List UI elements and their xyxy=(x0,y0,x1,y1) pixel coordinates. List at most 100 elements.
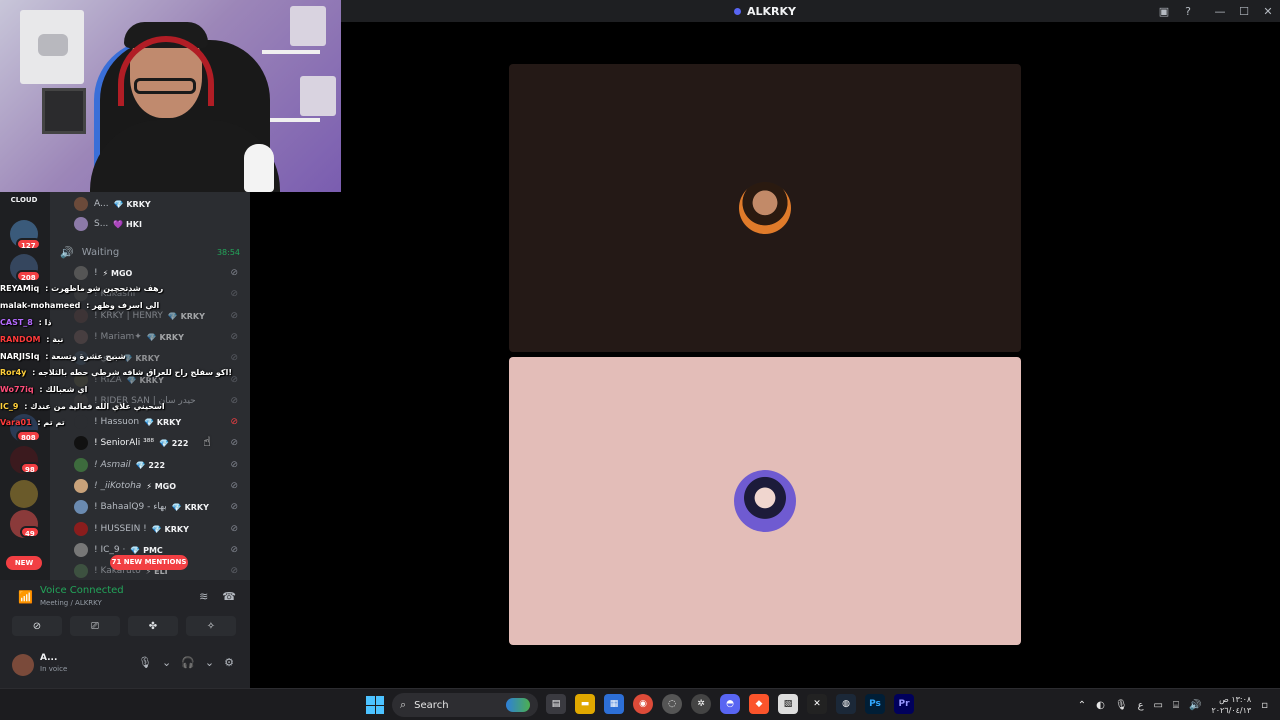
chat-message: RANDOM : نبة xyxy=(0,335,64,344)
user-panel: A... In voice 🎙 ⌄ 🎧 ⌄ ⚙ xyxy=(0,642,250,688)
voice-channel-waiting[interactable]: 🔊 Waiting 38:54 xyxy=(60,244,246,260)
voice-location[interactable]: Meeting / ALKRKY xyxy=(40,599,102,607)
obs-icon[interactable]: ◌ xyxy=(662,694,682,714)
minimize-button[interactable]: — xyxy=(1208,0,1232,22)
voice-member[interactable]: ! ⚡ MGO ⊘ xyxy=(74,263,244,283)
mouse-cursor-icon: ☝ xyxy=(203,435,211,450)
premiere-icon[interactable]: Pr xyxy=(894,694,914,714)
headphones-icon[interactable]: 🎧 xyxy=(181,656,195,669)
chevron-down-icon[interactable]: ⌄ xyxy=(162,656,171,669)
deafened-icon: ⊘ xyxy=(230,396,238,406)
signal-icon[interactable]: 📶 xyxy=(18,590,33,604)
deafened-icon: ⊘ xyxy=(230,524,238,534)
network-icon[interactable]: ⌸ xyxy=(1173,700,1179,711)
soundboard-button[interactable]: ✧ xyxy=(186,616,236,636)
microphone xyxy=(244,144,274,192)
screen-share-button[interactable]: ⎚ xyxy=(70,616,120,636)
voice-status-panel: 📶 Voice Connected Meeting / ALKRKY ≋ ☎ ⊘… xyxy=(0,580,250,642)
voice-dot-icon xyxy=(733,7,741,15)
settings-icon[interactable]: ⚙ xyxy=(224,656,234,669)
brave-icon[interactable]: ◆ xyxy=(749,694,769,714)
window-title: ALKRKY xyxy=(250,5,1280,18)
deafened-icon: ⊘ xyxy=(230,566,238,576)
discord-icon[interactable]: ◓ xyxy=(720,694,740,714)
server-folder-label: CLOUD xyxy=(10,196,38,204)
avatar xyxy=(74,197,88,211)
avatar[interactable] xyxy=(12,654,34,676)
voice-member[interactable]: ! Mariam✦ 💎 KRKY ⊘ xyxy=(74,327,244,347)
unread-badge: 49 xyxy=(20,526,40,538)
inbox-icon[interactable]: ▣ xyxy=(1152,0,1176,22)
microphone-icon[interactable]: 🎙 xyxy=(138,656,152,669)
chat-message: REYAMiq : رهف شدتحچين شو ماظهرت xyxy=(0,284,164,293)
search-icon: ⌕ xyxy=(400,698,407,711)
notification-icon[interactable]: ▫ xyxy=(1261,700,1268,711)
voice-member[interactable]: ! HUSSEIN ! 💎 KRKY ⊘ xyxy=(74,519,244,539)
help-icon[interactable]: ? xyxy=(1176,0,1200,22)
start-button[interactable] xyxy=(366,696,384,714)
deafened-icon: ⊘ xyxy=(230,481,238,491)
voice-member[interactable]: S... 💜 HKI xyxy=(74,214,244,234)
participant-avatar xyxy=(739,182,791,234)
chevron-down-icon[interactable]: ⌄ xyxy=(205,656,214,669)
file-explorer-icon[interactable]: ▬ xyxy=(575,694,595,714)
voice-member[interactable]: ! Hassuon 💎 KRKY ⊘ xyxy=(74,412,244,432)
deafened-icon: ⊘ xyxy=(230,289,238,299)
maximize-button[interactable]: ☐ xyxy=(1232,0,1256,22)
display-icon[interactable]: ▭ xyxy=(1154,700,1163,711)
new-mentions-pill[interactable]: 71 NEW MENTIONS xyxy=(110,555,188,570)
server-icon[interactable] xyxy=(10,480,38,508)
notepad-icon[interactable]: ▧ xyxy=(778,694,798,714)
taskbar-search[interactable]: ⌕ Search xyxy=(392,693,538,717)
participant-tile-2[interactable] xyxy=(509,357,1021,645)
app-tray-icon[interactable]: ◐ xyxy=(1096,700,1105,711)
chevron-up-icon[interactable]: ⌃ xyxy=(1078,700,1086,711)
voice-member[interactable]: ! Asmail 💎 222 ⊘ xyxy=(74,455,244,475)
volume-icon[interactable]: 🔊 xyxy=(1189,700,1201,711)
voice-member[interactable]: ! BahaalQ9 - بهاء 💎 KRKY ⊘ xyxy=(74,497,244,517)
voice-member[interactable]: ! SeniorAli ³⁸⁸ 💎 222 ⊘ xyxy=(74,433,244,453)
user-status: In voice xyxy=(40,665,68,673)
window-controls: ▣ ? — ☐ ✕ xyxy=(1152,0,1280,22)
wall-frame xyxy=(42,88,86,134)
chrome-icon[interactable]: ◉ xyxy=(633,694,653,714)
camera-off-button[interactable]: ⊘ xyxy=(12,616,62,636)
microphone-icon[interactable]: 🎙 xyxy=(1115,700,1128,711)
screen: ALKRKY ▣ ? — ☐ ✕ 127 208 808 98 49 CLOUD… xyxy=(0,0,1280,720)
photoshop-icon[interactable]: Ps xyxy=(865,694,885,714)
channel-timer: 38:54 xyxy=(216,247,240,257)
disconnect-icon[interactable]: ☎ xyxy=(222,590,236,603)
chat-message: Vara01 : تم تم xyxy=(0,418,65,427)
participant-avatar xyxy=(734,470,796,532)
chat-message: malak-mohameed : الي اسرف وظهر xyxy=(0,301,160,310)
unread-badge: 127 xyxy=(16,238,41,250)
username[interactable]: A... xyxy=(40,653,57,663)
deafened-icon: ⊘ xyxy=(230,460,238,470)
voice-connected-label[interactable]: Voice Connected xyxy=(40,585,124,596)
language-indicator[interactable]: ع xyxy=(1138,700,1144,711)
voice-member[interactable]: ! _iiKotoha ⚡ MGO ⊘ xyxy=(74,476,244,496)
search-highlight-icon xyxy=(506,698,530,712)
capcut-icon[interactable]: ✕ xyxy=(807,694,827,714)
deafened-icon: ⊘ xyxy=(230,332,238,342)
speaker-icon: 🔊 xyxy=(60,245,74,259)
participant-tile-1[interactable] xyxy=(509,64,1021,352)
deafened-icon: ⊘ xyxy=(230,545,238,555)
chat-message: CAST_8 : ذا xyxy=(0,318,52,327)
pinned-apps: ▤ ▬ ▦ ◉ ◌ ✲ ◓ ◆ ▧ ✕ ◍ Ps Pr xyxy=(546,694,914,714)
activities-button[interactable]: ✤ xyxy=(128,616,178,636)
steelseries-icon[interactable]: ✲ xyxy=(691,694,711,714)
unread-badge: 98 xyxy=(20,462,40,474)
title-bar: ALKRKY ▣ ? — ☐ ✕ xyxy=(250,0,1280,22)
noise-suppression-icon[interactable]: ≋ xyxy=(199,590,208,603)
muted-icon: ⊘ xyxy=(230,417,238,427)
new-server-pill[interactable]: NEW xyxy=(6,556,42,570)
task-view-icon[interactable]: ▤ xyxy=(546,694,566,714)
voice-member[interactable]: A... 💎 KRKY xyxy=(74,194,244,214)
play-button-award xyxy=(20,10,84,84)
store-icon[interactable]: ▦ xyxy=(604,694,624,714)
chat-message: IC_9 : اسحيني علاي الله فعالية من عندك xyxy=(0,402,165,411)
steam-icon[interactable]: ◍ xyxy=(836,694,856,714)
clock[interactable]: ١٣:٠٨ ص ٢٠٢٦/٠٤/١٣ xyxy=(1211,694,1251,716)
close-button[interactable]: ✕ xyxy=(1256,0,1280,22)
